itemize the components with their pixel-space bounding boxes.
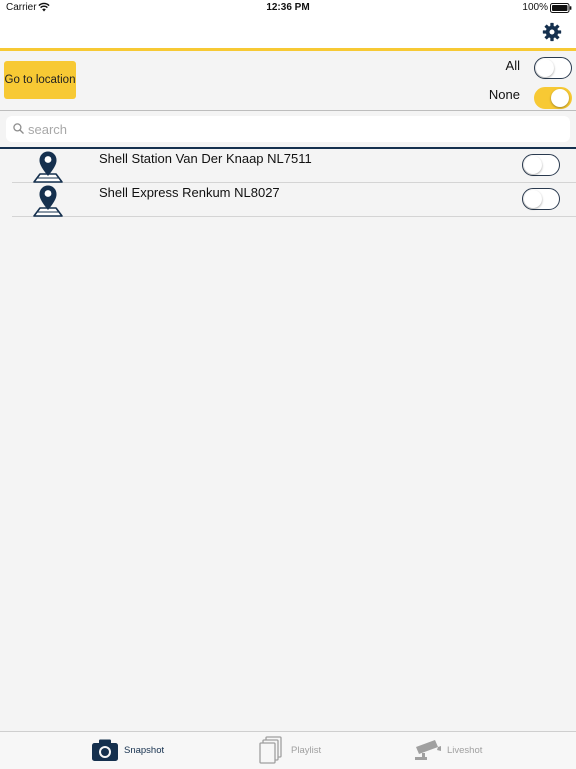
station-name: Shell Station Van Der Knaap NL7511 (99, 151, 312, 166)
search-bar (0, 111, 576, 149)
tab-playlist[interactable]: Playlist (192, 732, 384, 769)
camera-icon (92, 739, 118, 761)
list-item[interactable]: Shell Express Renkum NL8027 (12, 183, 576, 217)
tab-snapshot[interactable]: Snapshot (0, 732, 192, 769)
station-toggle[interactable] (522, 154, 560, 176)
navigation-bar (0, 16, 576, 51)
security-camera-icon (415, 740, 441, 760)
search-input[interactable] (28, 119, 558, 139)
tab-bar: Snapshot Playlist Liveshot (0, 731, 576, 769)
none-toggle[interactable] (534, 87, 572, 109)
search-icon (13, 123, 24, 134)
tab-liveshot[interactable]: Liveshot (384, 732, 576, 769)
clock-time: 12:36 PM (266, 2, 310, 13)
map-pin-icon (33, 185, 63, 217)
tab-label: Playlist (291, 745, 322, 756)
tab-label: Snapshot (124, 745, 165, 756)
battery-icon (550, 3, 572, 13)
station-toggle[interactable] (522, 188, 560, 210)
toggle-knob (551, 89, 569, 107)
toggle-knob (524, 156, 542, 174)
search-field[interactable] (6, 116, 570, 142)
tab-label: Liveshot (447, 745, 483, 756)
all-label: All (505, 58, 520, 73)
station-name: Shell Express Renkum NL8027 (99, 185, 280, 200)
toggle-knob (536, 59, 554, 77)
go-to-location-button[interactable]: Go to location (4, 61, 76, 99)
map-pin-icon (33, 151, 63, 183)
toggle-knob (524, 190, 542, 208)
status-bar: Carrier 12:36 PM 100% (0, 0, 576, 16)
playlist-icon (259, 736, 282, 764)
all-toggle[interactable] (534, 57, 572, 79)
gear-icon[interactable] (542, 22, 562, 42)
battery-percentage: 100% (522, 2, 548, 13)
none-label: None (488, 87, 520, 102)
selection-controls: Go to location All None (0, 51, 576, 111)
station-list: Shell Station Van Der Knaap NL7511 Shell… (0, 149, 576, 217)
list-item[interactable]: Shell Station Van Der Knaap NL7511 (12, 149, 576, 183)
